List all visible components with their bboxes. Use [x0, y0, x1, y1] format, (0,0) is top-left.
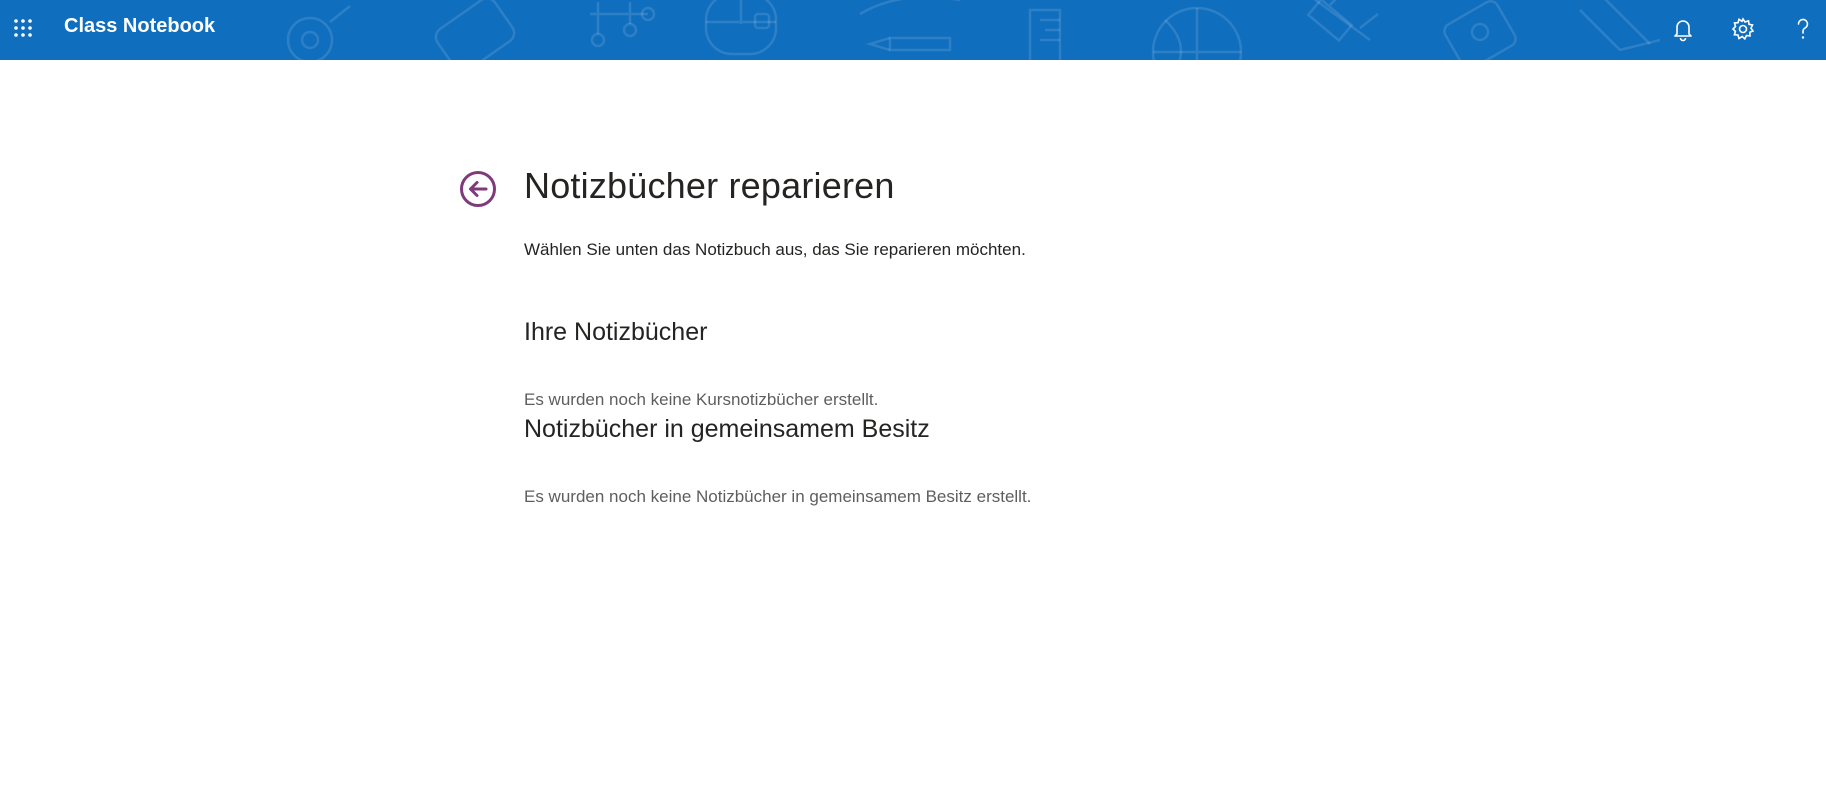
own-notebooks-empty-message: Es wurden noch keine Kursnotizbücher ers… [524, 390, 879, 409]
shared-notebooks-heading: Notizbücher in gemeinsamem Besitz [524, 415, 930, 443]
question-mark-icon[interactable] [1788, 14, 1818, 44]
app-title[interactable]: Class Notebook [64, 15, 215, 38]
app-launcher-waffle-icon[interactable] [13, 18, 33, 38]
header-background-pattern [286, 0, 1661, 60]
page-title: Notizbücher reparieren [524, 165, 895, 206]
gear-icon[interactable] [1728, 14, 1758, 44]
page-subtitle: Wählen Sie unten das Notizbuch aus, das … [524, 240, 1026, 259]
back-arrow-circle-icon[interactable] [459, 170, 497, 208]
bell-icon[interactable] [1668, 14, 1698, 44]
shared-notebooks-empty-message: Es wurden noch keine Notizbücher in geme… [524, 487, 1032, 506]
top-bar: Class Notebook [0, 0, 1826, 60]
own-notebooks-heading: Ihre Notizbücher [524, 318, 708, 346]
